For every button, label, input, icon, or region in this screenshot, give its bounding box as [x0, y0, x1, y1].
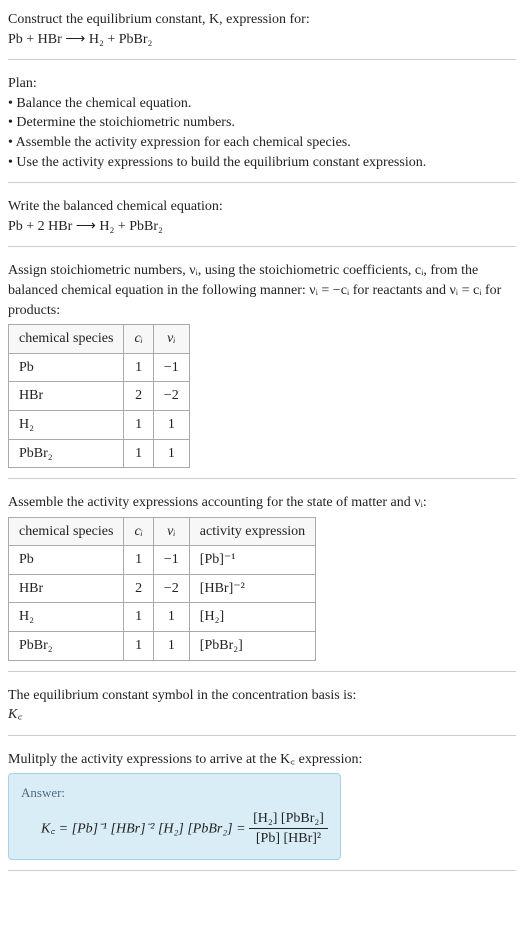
prompt-title: Construct the equilibrium constant, K, e…: [8, 10, 516, 30]
plan-item: Balance the chemical equation.: [8, 94, 516, 114]
stoich-table: chemical species cᵢ νᵢ Pb1−1 HBr2−2 H₂11…: [8, 324, 190, 468]
answer-lhs: K꜀ = [Pb]⁻¹ [HBr]⁻² [H₂] [PbBr₂] =: [41, 821, 246, 836]
table-row: PbBr₂11[PbBr₂]: [9, 632, 316, 661]
symbol-section: The equilibrium constant symbol in the c…: [8, 686, 516, 736]
table-row: HBr2−2[HBr]⁻²: [9, 574, 316, 603]
col-expr: activity expression: [189, 517, 315, 546]
table-row: HBr2−2: [9, 382, 190, 411]
balanced-title: Write the balanced chemical equation:: [8, 197, 516, 217]
balanced-equation: Pb + 2 HBr ⟶ H₂ + PbBr₂: [8, 217, 516, 237]
table-row: H₂11[H₂]: [9, 603, 316, 632]
plan-item: Determine the stoichiometric numbers.: [8, 113, 516, 133]
answer-box: Answer: K꜀ = [Pb]⁻¹ [HBr]⁻² [H₂] [PbBr₂]…: [8, 773, 341, 859]
arrow-icon: ⟶: [76, 219, 96, 234]
col-species: chemical species: [9, 325, 124, 354]
col-v: νᵢ: [153, 325, 189, 354]
balanced-section: Write the balanced chemical equation: Pb…: [8, 197, 516, 247]
table-header-row: chemical species cᵢ νᵢ activity expressi…: [9, 517, 316, 546]
eqn-lhs: Pb + HBr: [8, 32, 62, 47]
activity-section: Assemble the activity expressions accoun…: [8, 493, 516, 672]
col-c: cᵢ: [124, 517, 153, 546]
plan-item: Assemble the activity expression for eac…: [8, 133, 516, 153]
final-title: Mulitply the activity expressions to arr…: [8, 750, 516, 770]
answer-expression: K꜀ = [Pb]⁻¹ [HBr]⁻² [H₂] [PbBr₂] = [H₂] …: [21, 809, 328, 849]
prompt-equation: Pb + HBr ⟶ H₂ + PbBr₂: [8, 30, 516, 50]
balanced-rhs: H₂ + PbBr₂: [99, 219, 163, 234]
symbol-value: K꜀: [8, 705, 516, 725]
fraction-numerator: [H₂] [PbBr₂]: [249, 809, 328, 830]
answer-fraction: [H₂] [PbBr₂] [Pb] [HBr]²: [249, 809, 328, 849]
table-row: PbBr₂11: [9, 439, 190, 468]
answer-label: Answer:: [21, 784, 328, 802]
final-section: Mulitply the activity expressions to arr…: [8, 750, 516, 871]
table-row: Pb1−1: [9, 353, 190, 382]
plan-section: Plan: Balance the chemical equation. Det…: [8, 74, 516, 183]
stoich-section: Assign stoichiometric numbers, νᵢ, using…: [8, 261, 516, 479]
activity-table: chemical species cᵢ νᵢ activity expressi…: [8, 517, 316, 661]
prompt-section: Construct the equilibrium constant, K, e…: [8, 10, 516, 60]
plan-title: Plan:: [8, 74, 516, 94]
table-header-row: chemical species cᵢ νᵢ: [9, 325, 190, 354]
table-row: H₂11: [9, 410, 190, 439]
symbol-title: The equilibrium constant symbol in the c…: [8, 686, 516, 706]
table-row: Pb1−1[Pb]⁻¹: [9, 546, 316, 575]
fraction-denominator: [Pb] [HBr]²: [249, 829, 328, 849]
col-c: cᵢ: [124, 325, 153, 354]
balanced-lhs: Pb + 2 HBr: [8, 219, 72, 234]
eqn-rhs: H₂ + PbBr₂: [89, 32, 153, 47]
col-species: chemical species: [9, 517, 124, 546]
arrow-icon: ⟶: [65, 32, 85, 47]
stoich-intro: Assign stoichiometric numbers, νᵢ, using…: [8, 261, 516, 320]
plan-list: Balance the chemical equation. Determine…: [8, 94, 516, 172]
plan-item: Use the activity expressions to build th…: [8, 153, 516, 173]
col-v: νᵢ: [153, 517, 189, 546]
activity-intro: Assemble the activity expressions accoun…: [8, 493, 516, 513]
